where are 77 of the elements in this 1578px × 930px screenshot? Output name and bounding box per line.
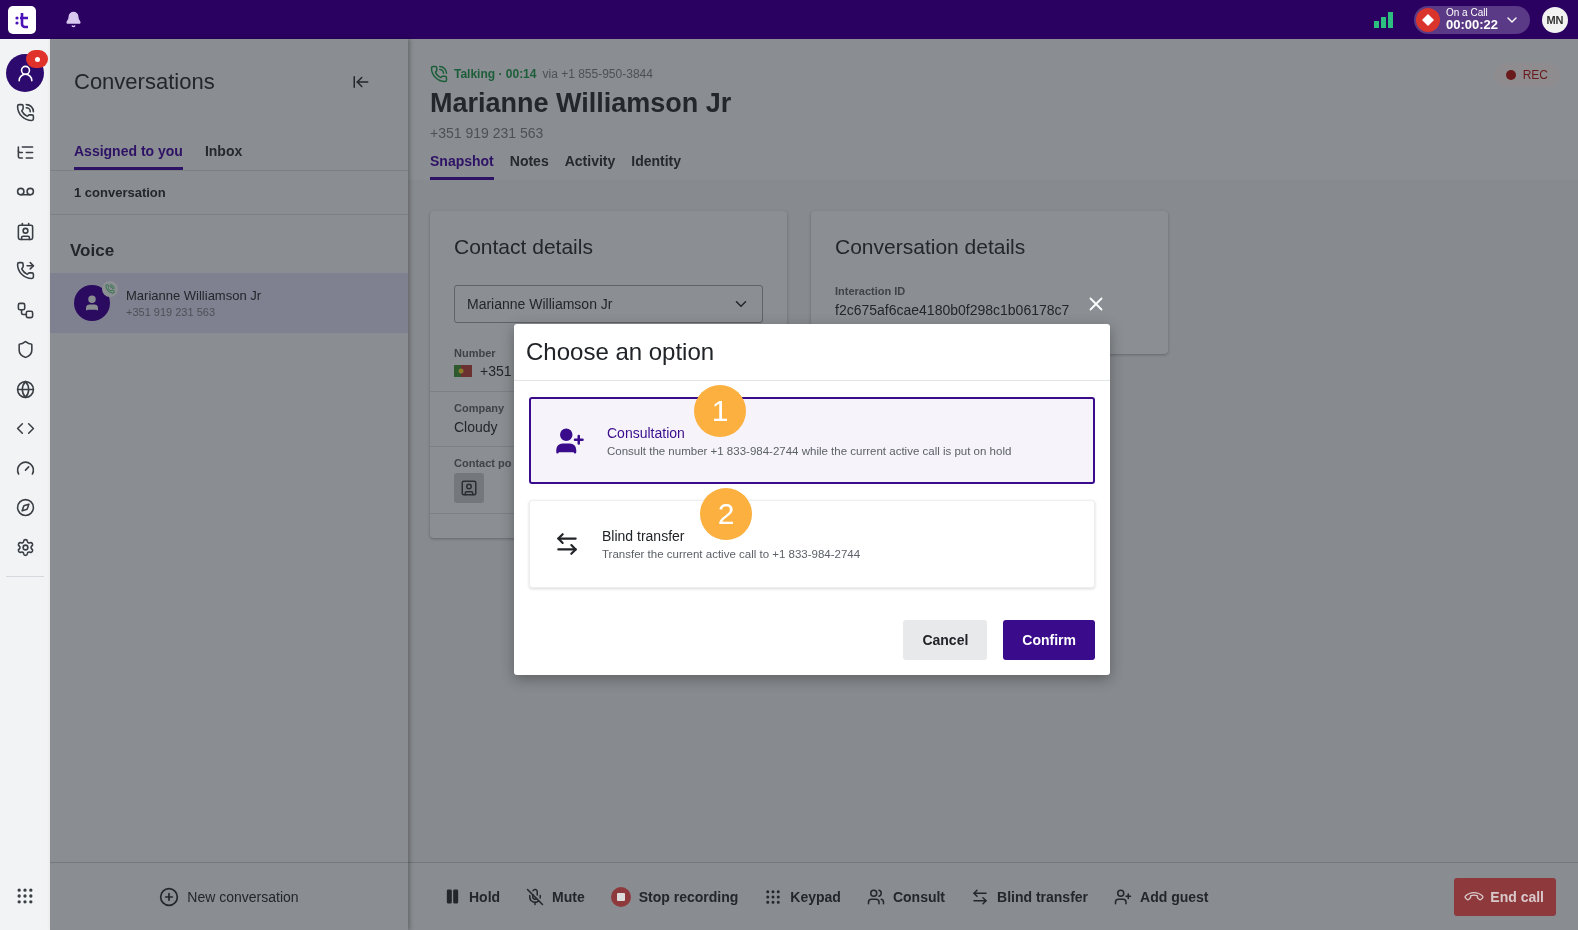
- contact-name: Marianne Williamson Jr: [126, 288, 262, 303]
- plus-circle-icon: [159, 886, 180, 907]
- signal-icon: [1373, 11, 1394, 28]
- panel-title: Conversations: [74, 69, 215, 95]
- via-number: via +1 855-950-3844: [542, 67, 653, 81]
- stop-icon: [610, 886, 631, 907]
- field-value: f2c675af6cae4180b0f298c1b06178c7: [835, 302, 1070, 318]
- app-logo[interactable]: [8, 5, 36, 34]
- field-label: Number: [454, 347, 496, 359]
- shield-icon: [15, 340, 35, 359]
- notification-badge: [26, 50, 48, 68]
- recording-indicator: REC: [1493, 63, 1560, 87]
- gauge-icon: [15, 458, 35, 478]
- option-title: Blind transfer: [602, 528, 686, 544]
- confirm-button[interactable]: Confirm: [1003, 620, 1095, 660]
- contact-title: Marianne Williamson Jr: [430, 88, 733, 119]
- tab[interactable]: Inbox: [204, 125, 243, 170]
- contact-card-icon: [454, 473, 484, 503]
- workflow-icon: [15, 300, 35, 320]
- step-marker: 1: [694, 385, 746, 437]
- tab[interactable]: Identity: [631, 153, 682, 180]
- swap-arrows-icon: [971, 887, 990, 906]
- call-control-button[interactable]: Stop recording: [610, 886, 739, 907]
- contact-phone: +351 919 231 563: [430, 125, 545, 141]
- option-title: Consultation: [607, 424, 686, 441]
- contact-avatar: [74, 285, 110, 321]
- dialog-title: Choose an option: [514, 324, 1110, 381]
- apps-grid-icon[interactable]: [15, 886, 35, 906]
- tab[interactable]: Notes: [509, 153, 549, 180]
- phone-forward-icon: [15, 261, 35, 280]
- swap-arrows-icon: [554, 531, 580, 557]
- diamond-icon: [1421, 13, 1434, 26]
- globe-icon: [15, 379, 35, 399]
- call-control-button[interactable]: Blind transfer: [971, 887, 1089, 906]
- cancel-button[interactable]: Cancel: [903, 620, 988, 660]
- call-status-label: On a Call: [1445, 8, 1489, 18]
- contact-book-icon: [15, 221, 35, 241]
- option-description: Transfer the current active call to +1 833-984-2744: [602, 548, 861, 560]
- contact-select[interactable]: Marianne Williamson Jr: [454, 285, 763, 323]
- call-control-button[interactable]: Consult: [866, 887, 946, 906]
- new-conversation-button[interactable]: New conversation: [159, 886, 299, 907]
- call-timer: 00:00:22: [1445, 18, 1498, 31]
- field-value: +351: [480, 363, 512, 379]
- person-icon: [15, 63, 35, 83]
- end-call-button[interactable]: End call: [1454, 877, 1556, 916]
- settings-icon: [15, 537, 35, 557]
- call-status-button[interactable]: On a Call 00:00:22: [1413, 5, 1530, 34]
- call-control-button[interactable]: Mute: [526, 887, 585, 906]
- field-value: Cloudy: [454, 419, 498, 435]
- tab[interactable]: Assigned to you: [74, 125, 183, 170]
- call-control-button[interactable]: Add guest: [1114, 887, 1209, 906]
- flag-icon: [454, 365, 472, 377]
- phone-call-icon: [15, 103, 35, 122]
- tab[interactable]: Snapshot: [430, 153, 494, 180]
- bell-icon[interactable]: [65, 11, 82, 28]
- card-title: Contact details: [454, 235, 594, 259]
- field-label: Contact po: [454, 457, 512, 469]
- step-marker: 2: [700, 488, 752, 540]
- microphone-off-icon: [526, 887, 545, 906]
- call-control-button[interactable]: Hold: [444, 888, 501, 905]
- compass-icon: [15, 498, 35, 517]
- pause-icon: [444, 888, 461, 905]
- call-badge: [102, 281, 118, 297]
- keypad-icon: [764, 887, 783, 906]
- field-label: Interaction ID: [835, 285, 906, 297]
- add-person-icon: [1114, 887, 1133, 906]
- card-title: Conversation details: [835, 235, 1027, 259]
- section-title: Voice: [69, 240, 116, 262]
- user-avatar[interactable]: MN: [1542, 6, 1568, 33]
- phone-call-icon: [430, 65, 448, 83]
- call-control-button[interactable]: Keypad: [764, 887, 841, 906]
- call-status: Talking · 00:14: [454, 67, 537, 81]
- collapse-icon[interactable]: [352, 73, 370, 91]
- field-label: Company: [454, 402, 505, 414]
- people-icon: [866, 887, 885, 906]
- option-description: Consult the number +1 833-984-2744 while the current active call is put on hold: [607, 444, 1012, 457]
- tab[interactable]: Activity: [564, 153, 616, 180]
